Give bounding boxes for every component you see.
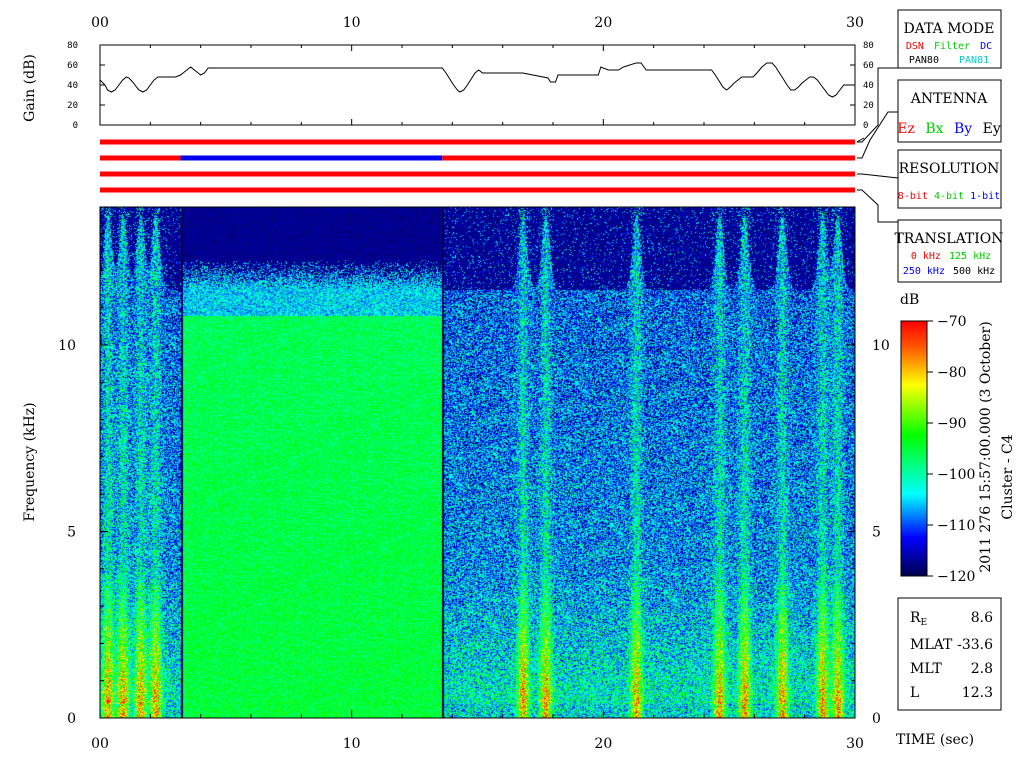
gain-ytick-label-right: 80 [863, 41, 874, 51]
colorbar-ticks: −70 −80 −90 −100 −110 −120 [927, 314, 975, 585]
legend: DATA MODE DSN Filter DC PAN80 PAN81 ANTE… [856, 9, 1004, 283]
orbit-re-value: 8.6 [971, 610, 993, 626]
legend-pan80: PAN80 [909, 55, 939, 66]
mode-bar-segment [100, 187, 855, 193]
orbit-mlat-label: MLAT [910, 637, 953, 653]
mode-bars [100, 139, 855, 193]
colorbar-label: dB [900, 292, 919, 308]
colorbar-tick-label: −110 [937, 518, 975, 534]
orbit-mlt-label: MLT [910, 661, 942, 677]
gain-xtick-label: 20 [594, 15, 612, 31]
spectrogram-image [100, 207, 855, 718]
spec-ytick-label-right: 5 [872, 525, 881, 541]
gain-ytick-label: 0 [73, 121, 78, 131]
spectrogram-xlabel: TIME (sec) [896, 732, 974, 748]
legend-translation-row1: 0 kHz 125 kHz [911, 251, 991, 262]
legend-0khz: 0 kHz [911, 251, 941, 262]
legend-antenna-title: ANTENNA [910, 91, 988, 107]
legend-250khz: 250 kHz [903, 266, 945, 277]
gain-ytick-label-right: 20 [863, 101, 874, 111]
legend-resolution: RESOLUTION 8-bit 4-bit 1-bit [897, 149, 1002, 209]
legend-translation-title: TRANSLATION [894, 231, 1003, 247]
spectrogram-ylabel: Frequency (kHz) [22, 402, 38, 521]
connector-resolution [857, 173, 899, 179]
colorbar-tick-label: −70 [937, 314, 967, 330]
gain-panel: 00 10 20 300 020 2040 4060 6080 80 Gain (dB) [22, 15, 874, 131]
legend-filter: Filter [934, 41, 970, 52]
connector-translation [857, 189, 898, 223]
mission-label: Cluster - C4 [1000, 434, 1016, 519]
mode-bar-segment [442, 155, 855, 161]
gain-panel-frame [99, 44, 856, 126]
legend-8bit: 8-bit [898, 191, 928, 202]
gain-ytick-label: 40 [67, 81, 78, 91]
colorbar-tick-label: −80 [937, 365, 967, 381]
colorbar: dB −70 −80 −90 −100 −110 −120 2011 276 15:57:… [900, 292, 1016, 585]
spec-xtick-label: 30 [846, 736, 864, 752]
gain-ytick-label: 80 [67, 41, 78, 51]
legend-resolution-row1: 8-bit 4-bit 1-bit [898, 191, 1000, 202]
orbit-l-label: L [910, 685, 919, 701]
spec-xtick-label: 00 [91, 736, 109, 752]
legend-ey: Ey [983, 121, 1001, 137]
legend-dsn: DSN [906, 41, 924, 52]
gain-ytick-label-right: 0 [863, 121, 868, 131]
legend-by: By [954, 121, 972, 137]
spec-ytick-label-right: 0 [872, 711, 881, 727]
spectrogram-panel: 00 10 20 300 05 510 10 Frequency (kHz) TIME (s… [22, 206, 974, 752]
gain-ytick-label-right: 40 [863, 81, 874, 91]
mode-bar-segment [100, 171, 855, 177]
colorbar-tick-label: −100 [937, 467, 975, 483]
legend-translation-row2: 250 kHz 500 kHz [903, 266, 995, 277]
legend-1bit: 1-bit [970, 191, 1000, 202]
colorbar-scale [900, 320, 928, 577]
spec-ytick-label: 5 [67, 525, 76, 541]
legend-125khz: 125 kHz [949, 251, 991, 262]
mode-bar-segment [180, 155, 443, 161]
spec-ytick-label: 0 [67, 711, 76, 727]
gain-xtick-label: 30 [846, 15, 864, 31]
legend-bx: Bx [925, 121, 943, 137]
mode-bar-segment [100, 155, 181, 161]
gain-ytick-label: 60 [67, 61, 78, 71]
spectrogram-image-holder [100, 207, 855, 718]
legend-4bit: 4-bit [934, 191, 964, 202]
spec-xtick-label: 10 [343, 736, 361, 752]
gain-xtick-label: 10 [343, 15, 361, 31]
legend-data-mode-title: DATA MODE [904, 21, 995, 37]
legend-translation: TRANSLATION 0 kHz 125 kHz 250 kHz 500 kH… [894, 219, 1004, 283]
spec-ytick-label-right: 10 [872, 338, 890, 354]
legend-ez: Ez [897, 121, 915, 137]
legend-antenna: ANTENNA Ez Bx By Ey [897, 79, 1002, 143]
orbit-mlt-value: 2.8 [971, 661, 993, 677]
legend-data-mode-row1: DSN Filter DC [906, 41, 992, 52]
gain-ytick-label-right: 60 [863, 61, 874, 71]
legend-data-mode: DATA MODE DSN Filter DC PAN80 PAN81 [897, 9, 1002, 69]
orbit-re-sub: E [921, 618, 928, 628]
mode-bar-segment [100, 139, 855, 145]
legend-resolution-title: RESOLUTION [899, 161, 1000, 177]
gain-xtick-label: 00 [91, 15, 109, 31]
timestamp-label: 2011 276 15:57:00.000 (3 October) [978, 321, 994, 572]
orbit-l-value: 12.3 [962, 685, 993, 701]
gain-ylabel: Gain (dB) [22, 54, 38, 122]
spec-ytick-label: 10 [58, 338, 76, 354]
legend-pan81: PAN81 [959, 55, 989, 66]
legend-connectors [856, 67, 899, 223]
figure: 00 10 20 300 020 2040 4060 6080 80 Gain (dB) 00 1… [22, 9, 1016, 752]
orbit-info: RE 8.6 MLAT -33.6 MLT 2.8 L 12.3 [897, 597, 1002, 711]
gain-ytick-label: 20 [67, 101, 78, 111]
colorbar-tick-label: −90 [937, 416, 967, 432]
colorbar-tick-label: −120 [937, 569, 975, 585]
orbit-mlat-value: -33.6 [957, 637, 993, 653]
legend-dc: DC [980, 41, 992, 52]
orbit-re-letter: R [910, 610, 921, 626]
legend-500khz: 500 kHz [953, 266, 995, 277]
spec-xtick-label: 20 [594, 736, 612, 752]
